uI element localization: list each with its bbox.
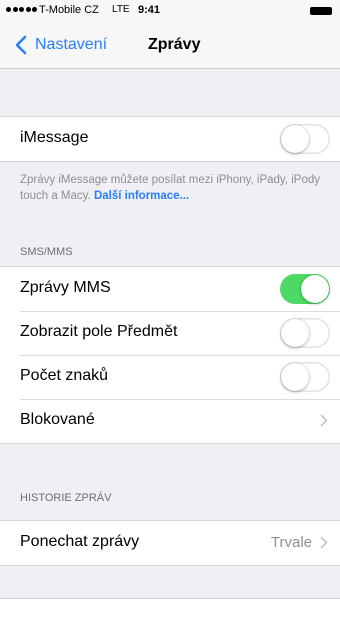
message-history-group: Ponechat zprávy Trvale: [0, 520, 340, 566]
imessage-group: iMessage: [0, 116, 340, 162]
carrier-label: T-Mobile CZ: [39, 4, 99, 16]
signal-strength-icon: [6, 7, 37, 12]
next-group-partial: [0, 598, 340, 619]
battery-icon: [310, 7, 332, 15]
more-info-link[interactable]: Další informace...: [94, 190, 189, 202]
list-item-subject-field: Zobrazit pole Předmět: [0, 311, 340, 355]
character-count-toggle[interactable]: [280, 362, 330, 392]
blocked-label: Blokované: [20, 411, 95, 428]
character-count-label: Počet znaků: [20, 367, 109, 384]
back-button[interactable]: Nastavení: [35, 36, 107, 54]
imessage-toggle[interactable]: [280, 124, 330, 154]
message-history-section-header: HISTORIE ZPRÁV: [20, 492, 112, 504]
list-item-keep-messages[interactable]: Ponechat zprávy Trvale: [0, 521, 340, 565]
subject-field-label: Zobrazit pole Předmět: [20, 323, 178, 340]
navigation-bar: Nastavení Zprávy: [0, 22, 340, 69]
mms-toggle[interactable]: [280, 274, 330, 304]
chevron-right-icon: [320, 414, 328, 427]
subject-field-toggle[interactable]: [280, 318, 330, 348]
chevron-right-icon: [320, 536, 328, 549]
keep-messages-value: Trvale: [270, 534, 312, 551]
status-bar: T-Mobile CZ LTE 9:41: [0, 0, 340, 22]
list-item-character-count: Počet znaků: [0, 355, 340, 399]
page-title: Zprávy: [148, 36, 201, 53]
imessage-label: iMessage: [20, 129, 89, 146]
sms-mms-section-header: SMS/MMS: [20, 246, 73, 258]
keep-messages-label: Ponechat zprávy: [20, 533, 140, 550]
back-chevron-icon[interactable]: [15, 35, 27, 55]
network-type: LTE: [112, 4, 130, 15]
imessage-footer-note: Zprávy iMessage můžete posílat mezi iPho…: [20, 172, 325, 204]
imessage-row: iMessage: [0, 117, 340, 161]
list-item-blocked[interactable]: Blokované: [0, 399, 340, 443]
clock: 9:41: [138, 4, 161, 16]
sms-mms-group: Zprávy MMS Zobrazit pole Předmět Počet z…: [0, 266, 340, 444]
mms-label: Zprávy MMS: [20, 279, 111, 296]
list-item-mms: Zprávy MMS: [0, 267, 340, 311]
